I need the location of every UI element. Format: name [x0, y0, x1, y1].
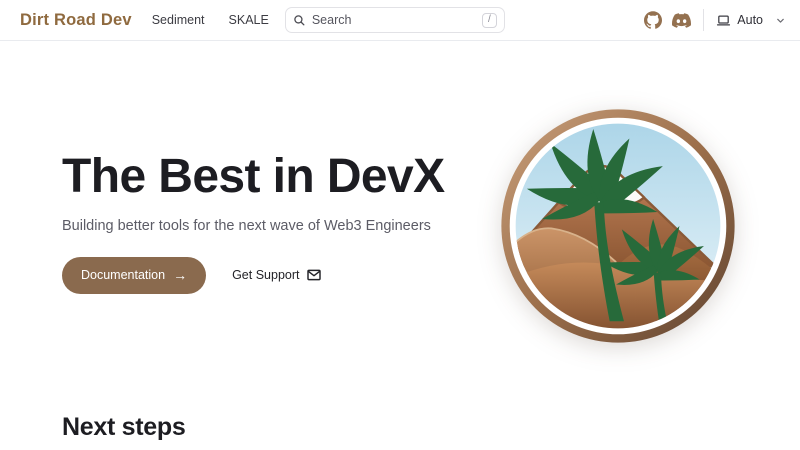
header-right-group: Auto — [639, 6, 790, 34]
github-icon[interactable] — [639, 6, 667, 34]
arrow-right-icon: → — [173, 268, 187, 282]
header-divider — [703, 9, 704, 31]
slash-key-icon: / — [482, 13, 497, 28]
search-icon — [293, 14, 306, 27]
get-support-button[interactable]: Get Support — [232, 267, 322, 283]
search-box[interactable]: / — [285, 7, 505, 33]
theme-appearance-switcher[interactable]: Auto — [712, 13, 790, 28]
hero-content: The Best in DevX Building better tools f… — [62, 150, 552, 294]
chevron-down-icon — [775, 15, 786, 26]
documentation-button-label: Documentation — [81, 268, 165, 282]
site-logo — [499, 107, 737, 345]
top-nav-bar: Dirt Road Dev Sediment SKALE / — [0, 0, 800, 41]
hero-title: The Best in DevX — [62, 150, 552, 204]
theme-label: Auto — [737, 13, 763, 27]
main-nav: Sediment SKALE — [152, 13, 269, 27]
envelope-icon — [306, 267, 322, 283]
get-support-button-label: Get Support — [232, 268, 299, 282]
site-title[interactable]: Dirt Road Dev — [20, 11, 132, 30]
discord-icon[interactable] — [667, 6, 695, 34]
nav-item-sediment[interactable]: Sediment — [152, 13, 205, 27]
documentation-button[interactable]: Documentation → — [62, 257, 206, 294]
hero-tagline: Building better tools for the next wave … — [62, 218, 552, 234]
monitor-icon — [716, 13, 731, 28]
search-input[interactable] — [312, 13, 476, 27]
nav-item-skale[interactable]: SKALE — [229, 13, 269, 27]
next-steps-heading: Next steps — [62, 413, 185, 442]
hero-actions: Documentation → Get Support — [62, 257, 552, 294]
